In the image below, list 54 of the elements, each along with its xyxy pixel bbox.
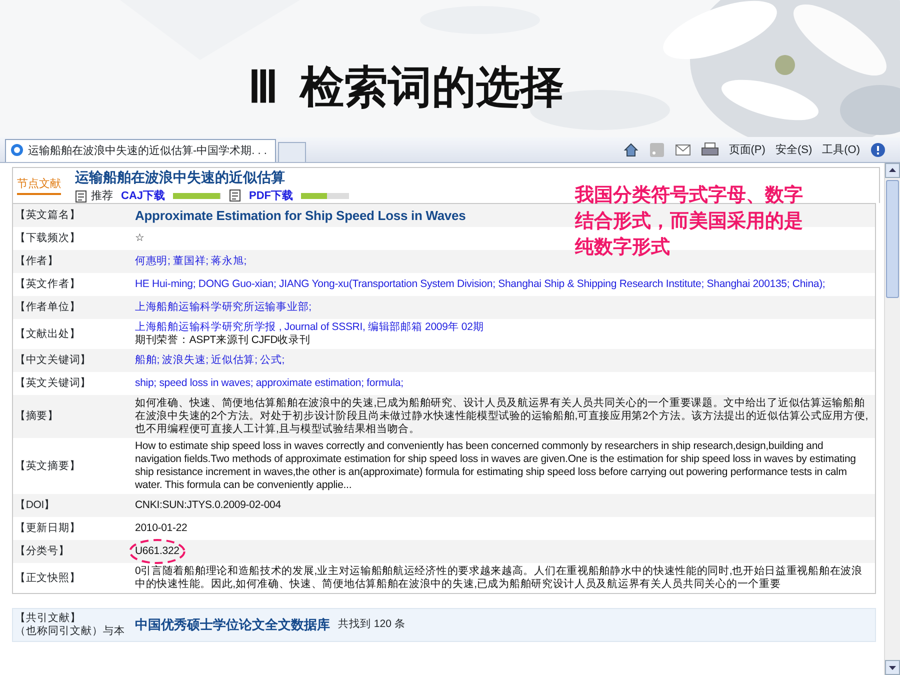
field-value: 期刊荣誉：ASPT来源刊 CJFD收录刊: [135, 334, 310, 347]
field-link[interactable]: 上海船舶运输科学研究所运输事业部;: [135, 301, 312, 314]
title-link[interactable]: Approximate Estimation for Ship Speed Loss in Waves: [135, 209, 466, 222]
field-link[interactable]: 何惠明; 董国祥; 蒋永旭;: [135, 255, 246, 268]
document-icon: [229, 189, 242, 202]
field-label: 【下载频次】: [14, 232, 82, 245]
field-value: 2010-01-22: [135, 522, 188, 535]
field-link[interactable]: 上海船舶运输科学研究所学报 , Journal of SSSRI, 编辑部邮箱 2009年 02期: [135, 321, 484, 334]
field-label: 【英文关键词】: [14, 377, 92, 390]
field-label: 【DOI】: [14, 499, 56, 512]
field-note: （也称同引文献）与本: [15, 625, 126, 638]
browser-tab[interactable]: 运输船舶在波浪中失速的近似估算-中国学术期. . .: [5, 139, 276, 162]
mail-icon[interactable]: [674, 142, 691, 158]
result-count: 共找到 120 条: [338, 616, 406, 632]
field-label: 【共引文献】: [15, 612, 82, 625]
field-link[interactable]: HE Hui-ming; DONG Guo-xian; JIANG Yong-xu(Transportation System Division; Shanghai Ship & Shipping Research Institute; Shanghai 200135; China);: [135, 278, 826, 291]
scrollbar[interactable]: [884, 163, 900, 675]
field-value: CNKI:SUN:JTYS.0.2009-02-004: [135, 499, 281, 512]
menu-button[interactable]: 页面(P): [728, 142, 766, 158]
field-label: 【英文摘要】: [14, 460, 82, 472]
field-label: 【文献出处】: [14, 328, 82, 340]
database-link[interactable]: 中国优秀硕士学位论文全文数据库: [135, 615, 330, 634]
annotation-text: 我国分类符号式字母、数字: [575, 184, 803, 208]
download-link[interactable]: PDF下载: [249, 188, 294, 204]
field-label: 【摘要】: [14, 410, 60, 423]
slide-title: Ⅲ 检索词的选择: [248, 66, 564, 110]
field-label: 【作者】: [14, 255, 60, 268]
scroll-down-icon[interactable]: [885, 660, 900, 675]
logo: 节点文献: [17, 176, 61, 195]
field-label: 【作者单位】: [14, 301, 82, 314]
field-label: 【更新日期】: [14, 522, 82, 535]
scroll-up-icon[interactable]: [885, 163, 900, 178]
annotation-text: 结合形式，而美国采用的是: [575, 209, 803, 234]
field-label: 【英文作者】: [14, 278, 82, 291]
download-link[interactable]: CAJ下载: [121, 188, 166, 204]
field-label: 【正文快照】: [14, 572, 82, 584]
field-label: 【英文篇名】: [14, 209, 82, 222]
home-icon[interactable]: [622, 142, 639, 158]
record-title: 运输船舶在波浪中失速的近似估算: [75, 168, 286, 187]
annotation-text: 纯数字形式: [575, 236, 671, 260]
field-value: 如何准确、快速、简便地估算船舶在波浪中的失速,已成为船舶研究、设计人员及航运界有关人员共同关心的一个重要课题。文中给出了近似估算运输船舶在波浪中失速的2个方法。对处于初步设计阶段且尚未做过静水快速性能模型试验的运输船舶,可直接应用第2个方法。该方法提出的近似估算公式应用方便,也不用编程便可直接人工计算,且与模型试验结果相当吻合。: [135, 397, 869, 436]
recommend-label: 推荐: [91, 188, 113, 204]
print-icon[interactable]: [700, 142, 719, 158]
field-link[interactable]: 船舶; 波浪失速; 近似估算; 公式;: [135, 354, 285, 367]
field-label: 【中文关键词】: [14, 354, 92, 367]
scroll-thumb[interactable]: [886, 180, 899, 298]
menu-button[interactable]: 工具(O): [822, 142, 860, 158]
field-label: 【分类号】: [14, 545, 70, 558]
field-value: 0引言随着船舶理论和造船技术的发展,业主对运输船舶航运经济性的要求越来越高。人们在重视船舶静水中的快速性能的同时,也开始日益重视船舶在波浪中的快速性能。因此,如何准确、快速、简便地估算船舶在波浪中的失速,已成为船舶研究设计人员及航运界有关人员共同关心的一个重要: [135, 565, 864, 591]
field-link[interactable]: ship; speed loss in waves; approximate estimation; formula;: [135, 377, 404, 390]
field-value: U661.322: [135, 545, 180, 558]
field-value: How to estimate ship speed loss in waves correctly and conveniently has been concerned commonly by researchers in ship research,design,building and navigation fields.Two methods of approximate estimation for ship speed loss in waves are given.One is the estimation for ship speed loss in waves by estimating ship resistance increment in waves,the other is an(approximate) formula for estimating ship speed loss before carrying out powering performance tests in calm water. This formula can be conveniently applie...: [135, 440, 857, 492]
field-value: ☆: [135, 232, 145, 245]
menu-button[interactable]: 安全(S): [775, 142, 812, 158]
